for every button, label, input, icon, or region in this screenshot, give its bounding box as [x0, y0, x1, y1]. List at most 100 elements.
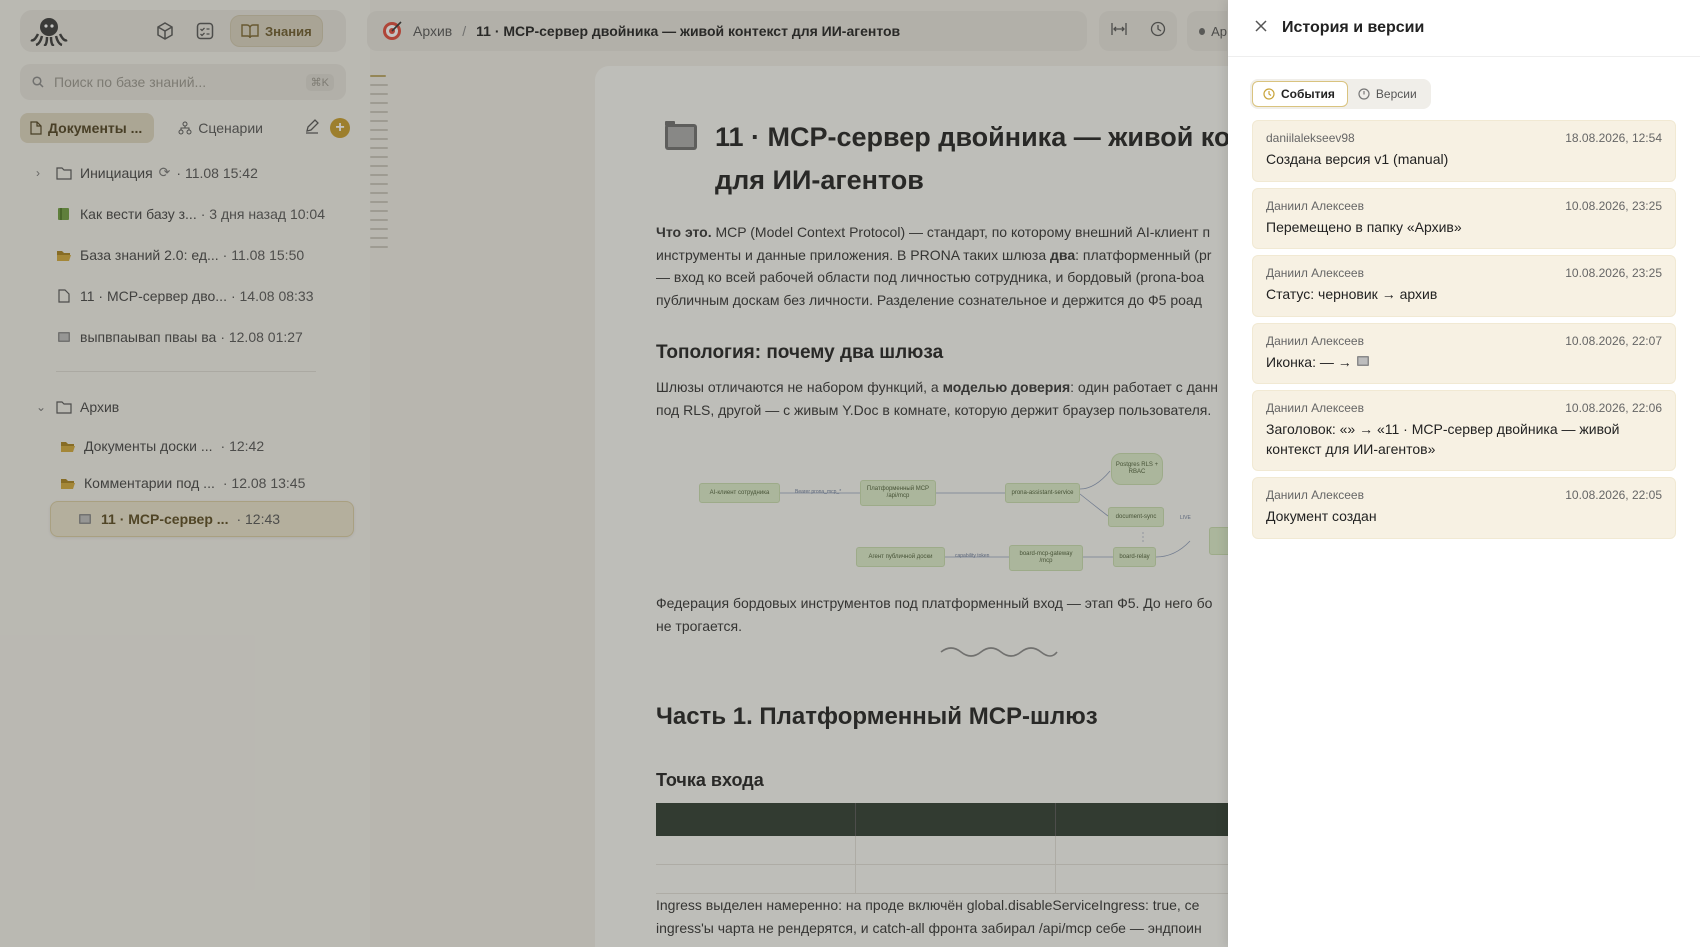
tree-item-meta: · 11.08 15:50 [222, 246, 305, 263]
sidebar-tabs: Документы ... Сценарии + [20, 112, 350, 144]
tree-item[interactable]: База знаний 2.0: ед... · 11.08 15:50 [36, 234, 356, 275]
event-author: Даниил Алексеев [1266, 401, 1364, 415]
sidebar: Знания ⌘K Документы ... Сценарии + › Ини… [0, 0, 388, 947]
event-item[interactable]: Даниил Алексеев 10.08.2026, 22:05 Докумен… [1252, 477, 1676, 539]
table-row [656, 865, 1235, 894]
tab-documents[interactable]: Документы ... [20, 113, 155, 143]
diagram-node: Агент публичной доски [856, 547, 945, 567]
tab-scenarios-label: Сценарии [198, 120, 263, 136]
event-author: Даниил Алексеев [1266, 266, 1364, 280]
event-author: Даниил Алексеев [1266, 488, 1364, 502]
width-toggle-icon[interactable] [1110, 22, 1127, 41]
diagram-node: Платформенный MCP /api/mcp [860, 480, 936, 506]
checklist-icon[interactable] [188, 14, 222, 48]
book-open-icon [241, 24, 259, 39]
event-author: Даниил Алексеев [1266, 333, 1364, 348]
target-icon [383, 21, 402, 40]
event-item[interactable]: Даниил Алексеев 10.08.2026, 23:25 Перемещ… [1252, 187, 1676, 249]
search-bar[interactable]: ⌘K [20, 64, 346, 100]
folder-icon [56, 400, 72, 414]
diagram-node: prona-assistant-service [1005, 483, 1080, 503]
diagram-node: AI-клиент сотрудника [699, 483, 780, 503]
document-icon [58, 288, 70, 303]
search-input[interactable] [54, 74, 296, 90]
tab-documents-label: Документы ... [48, 120, 143, 136]
event-date: 18.08.2026, 12:54 [1565, 131, 1662, 145]
tree-item-active[interactable]: 11 · MCP-сервер ... · 12:43 [50, 501, 354, 537]
pencil-icon[interactable] [304, 118, 320, 139]
tree-item-meta: · 12:42 [220, 437, 265, 454]
tree-item-meta: · 12:43 [236, 511, 281, 527]
federation-line: Федерация бордовых инструментов под плат… [656, 595, 1213, 611]
outline-rail[interactable] [370, 75, 388, 255]
panel-header: История и версии [1228, 0, 1700, 57]
event-item[interactable]: Даниил Алексеев 10.08.2026, 23:25 Статус:… [1252, 255, 1676, 317]
event-text: Иконка: — → [1266, 353, 1352, 370]
chevron-right-icon[interactable]: › [36, 166, 50, 180]
event-author: daniilalekseev98 [1266, 131, 1355, 145]
breadcrumb: Архив / 11 · MCP-сервер двойника — живой… [367, 11, 1087, 51]
clock-icon [1263, 88, 1275, 100]
event-item[interactable]: Даниил Алексеев 10.08.2026, 22:07 Иконка:… [1252, 322, 1676, 384]
federation-line: не трогается. [656, 617, 743, 634]
tree-item[interactable]: Документы доски ... · 12:42 [36, 427, 356, 464]
search-shortcut: ⌘K [305, 73, 334, 91]
tree-item-label: База знаний 2.0: ед... [80, 246, 219, 263]
ingress-line: ingress'ы чарта не рендерятся, и catch-a… [656, 919, 1202, 936]
add-button[interactable]: + [330, 118, 350, 138]
architecture-diagram[interactable]: AI-клиент сотрудника Bearer prona_mcp_* … [595, 66, 1235, 666]
close-icon[interactable] [1254, 19, 1268, 38]
diagram-node: Postgres RLS + RBAC [1111, 453, 1163, 485]
cube-icon[interactable] [148, 14, 182, 48]
hierarchy-icon [178, 121, 192, 135]
knowledge-label: Знания [265, 23, 312, 39]
event-author: Даниил Алексеев [1266, 198, 1364, 213]
open-folder-icon [61, 478, 75, 489]
tab-versions[interactable]: Версии [1348, 81, 1429, 107]
tree-item[interactable]: Комментарии под ... · 12.08 13:45 [36, 464, 356, 501]
knowledge-button[interactable]: Знания [230, 15, 323, 47]
open-folder-icon [61, 441, 75, 452]
tree-divider [56, 371, 316, 372]
status-label: Ар [1211, 23, 1227, 39]
chevron-down-icon[interactable]: ⌄ [36, 400, 50, 414]
events-list: daniilalekseev98 18.08.2026, 12:54 Создан… [1252, 120, 1676, 545]
event-text: Статус: черновик → архив [1266, 286, 1438, 302]
tree-item[interactable]: › Инициация ⟳ · 11.08 15:42 [36, 152, 356, 193]
octopus-logo-icon[interactable] [28, 14, 70, 48]
tab-scenarios[interactable]: Сценарии [168, 113, 273, 143]
folder-icon [56, 166, 72, 180]
tab-events[interactable]: События [1252, 81, 1348, 107]
tree-item-label: Документы доски ... [84, 437, 213, 454]
tree-item-meta: · 14.08 08:33 [230, 287, 314, 304]
event-item[interactable]: Даниил Алексеев 10.08.2026, 22:06 Заголов… [1252, 390, 1676, 471]
federation-paragraph: Федерация бордовых инструментов под плат… [656, 592, 1212, 637]
event-date: 10.08.2026, 23:25 [1565, 198, 1662, 213]
tree-item-label: выпвпаывап пвaы ва [80, 328, 217, 345]
history-icon[interactable] [1150, 21, 1166, 42]
breadcrumb-archive[interactable]: Архив [413, 23, 452, 39]
search-icon [32, 76, 44, 88]
tree-folder-archive[interactable]: ⌄ Архив [36, 386, 356, 427]
status-pill[interactable]: Ар [1187, 11, 1227, 51]
diagram-edges [780, 470, 1191, 558]
tree-item[interactable]: выпвпаывап пвaы ва · 12.08 01:27 [36, 316, 356, 357]
event-date: 10.08.2026, 23:25 [1565, 266, 1662, 280]
diagram-node: document-sync [1108, 507, 1164, 527]
event-item[interactable]: daniilalekseev98 18.08.2026, 12:54 Создан… [1252, 120, 1676, 182]
event-text-row: Иконка: — → [1266, 353, 1662, 373]
tree-item-meta: · 12.08 01:27 [220, 328, 303, 345]
tree-item[interactable]: Как вести базу з... · 3 дня назад 10:04 [36, 193, 356, 234]
event-text: Документ создан [1266, 508, 1377, 524]
breadcrumb-title[interactable]: 11 · MCP-сервер двойника — живой контекс… [476, 23, 900, 39]
event-date: 10.08.2026, 22:06 [1565, 401, 1662, 415]
tab-events-label: События [1281, 87, 1335, 101]
event-date: 10.08.2026, 22:07 [1565, 333, 1662, 348]
green-book-icon [58, 207, 69, 220]
diagram-node: board-relay [1113, 547, 1156, 567]
tree-item[interactable]: 11 · MCP-сервер дво... · 14.08 08:33 [36, 275, 356, 316]
document-canvas: 11 · MCP-сервер двойника — живой ко для … [595, 66, 1235, 947]
status-dot [1199, 27, 1206, 35]
diagram-edge-label: capability token [955, 553, 990, 559]
tree-item-label: Комментарии под ... [84, 474, 215, 491]
